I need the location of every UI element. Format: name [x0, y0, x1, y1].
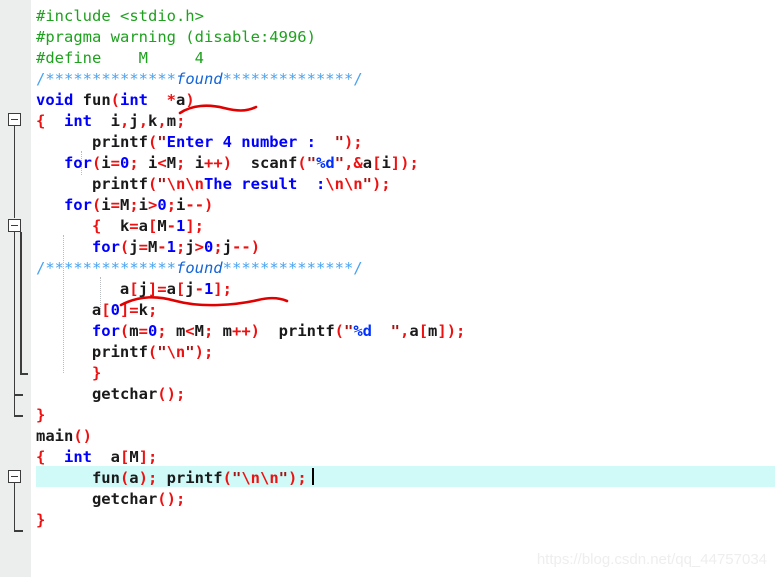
- code-line-4-found-comment[interactable]: /**************found**************/: [36, 69, 363, 90]
- code-line-19[interactable]: getchar();: [64, 384, 185, 405]
- fold-line-fun-body: [13, 126, 16, 218]
- fold-line-for-body: [20, 232, 22, 374]
- code-line-21[interactable]: main(): [36, 426, 92, 447]
- fold-elbow-fun-body: [13, 415, 23, 417]
- code-line-2[interactable]: #pragma warning (disable:4996): [36, 27, 316, 48]
- code-line-8[interactable]: for(i=0; i<M; i++) scanf("%d",&a[i]);: [64, 153, 419, 174]
- code-line-22[interactable]: { int a[M];: [36, 447, 157, 468]
- text-caret: [312, 468, 314, 485]
- fold-line-fun-body-lower: [13, 232, 16, 417]
- code-line-13-found-comment[interactable]: /**************found**************/: [36, 258, 363, 279]
- indent-guide: [63, 235, 65, 373]
- fold-margin: [0, 0, 32, 577]
- code-line-12[interactable]: for(j=M-1;j>0;j--): [92, 237, 260, 258]
- fold-toggle-main-body[interactable]: [8, 470, 21, 483]
- code-line-25[interactable]: }: [36, 510, 45, 531]
- code-line-10[interactable]: for(i=M;i>0;i--): [64, 195, 213, 216]
- code-line-18[interactable]: }: [64, 363, 101, 384]
- code-line-23[interactable]: fun(a); printf("\n\n");: [64, 468, 307, 489]
- code-line-14[interactable]: a[j]=a[j-1];: [120, 279, 232, 300]
- fold-toggle-fun-body[interactable]: [8, 113, 21, 126]
- code-surface[interactable]: #include <stdio.h> #pragma warning (disa…: [36, 0, 775, 577]
- code-line-17[interactable]: printf("\n");: [92, 342, 213, 363]
- code-line-1[interactable]: #include <stdio.h>: [36, 6, 204, 27]
- code-line-11[interactable]: { k=a[M-1];: [64, 216, 204, 237]
- code-line-16[interactable]: for(m=0; m<M; m++) printf("%d ",a[m]);: [92, 321, 465, 342]
- fold-line-main-body: [13, 483, 16, 531]
- fold-elbow-for-body: [20, 373, 28, 375]
- code-line-15[interactable]: a[0]=k;: [92, 300, 157, 321]
- code-line-6[interactable]: { int i,j,k,m;: [36, 111, 185, 132]
- watermark: https://blog.csdn.net/qq_44757034: [536, 551, 767, 568]
- fold-toggle-for-body[interactable]: [8, 219, 21, 232]
- code-editor[interactable]: #include <stdio.h> #pragma warning (disa…: [0, 0, 775, 577]
- code-line-3[interactable]: #define M 4: [36, 48, 204, 69]
- fold-elbow-fun-close: [13, 394, 23, 396]
- code-line-9[interactable]: printf("\n\nThe result :\n\n");: [64, 174, 391, 195]
- code-line-5[interactable]: void fun(int *a): [36, 90, 195, 111]
- code-line-24[interactable]: getchar();: [64, 489, 185, 510]
- code-line-20[interactable]: }: [36, 405, 45, 426]
- fold-elbow-main-body: [13, 530, 23, 532]
- code-line-7[interactable]: printf("Enter 4 number : ");: [64, 132, 363, 153]
